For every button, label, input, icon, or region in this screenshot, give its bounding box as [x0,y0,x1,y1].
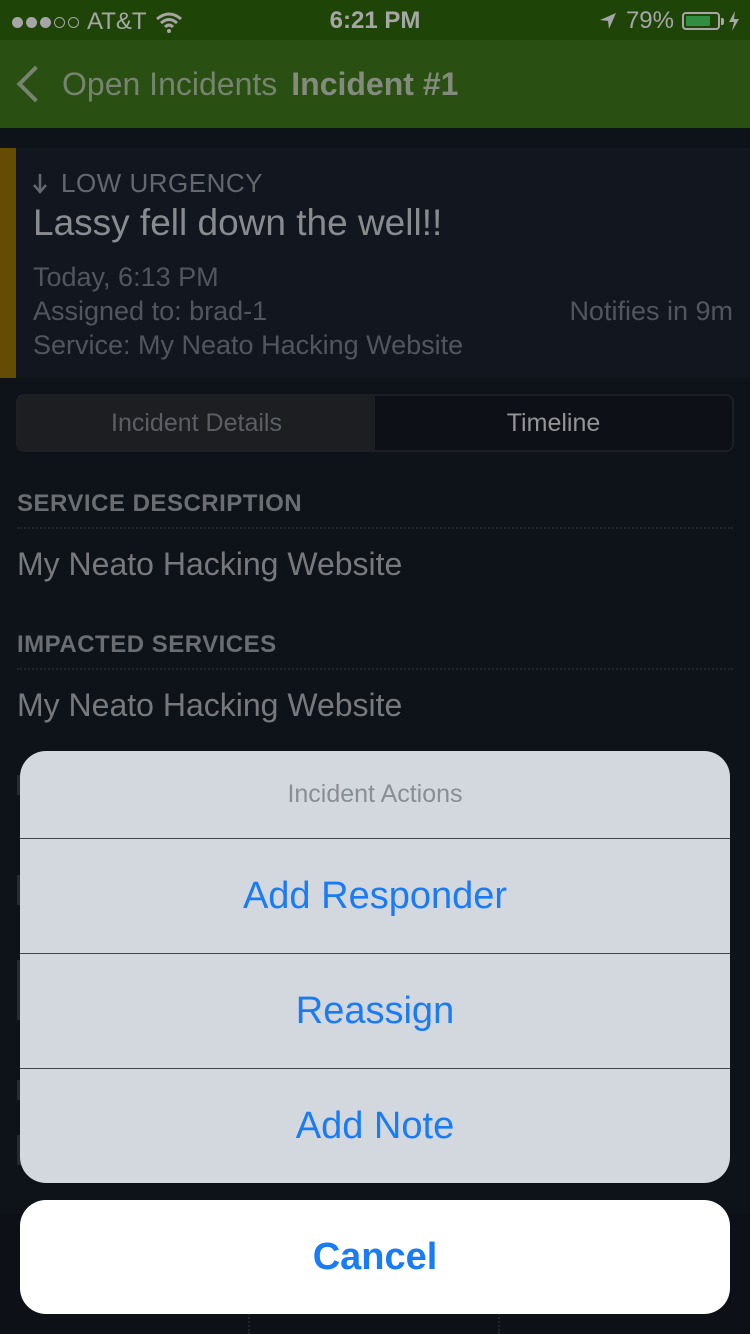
incident-actions-sheet: Incident Actions Add Responder Reassign … [20,751,730,1183]
add-note-button[interactable]: Add Note [20,1069,730,1183]
reassign-button[interactable]: Reassign [20,954,730,1069]
cancel-button[interactable]: Cancel [20,1200,730,1314]
sheet-title: Incident Actions [20,751,730,839]
add-responder-button[interactable]: Add Responder [20,839,730,954]
